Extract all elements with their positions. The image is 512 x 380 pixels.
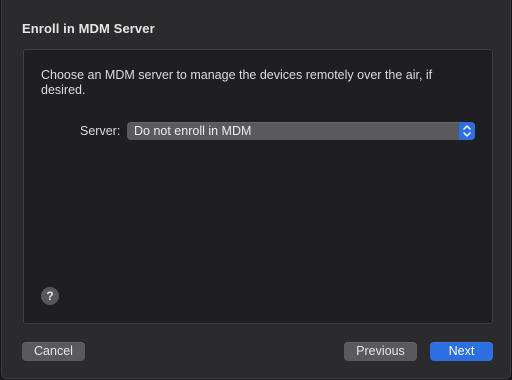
enroll-dialog: Enroll in MDM Server Choose an MDM serve… bbox=[1, 0, 511, 379]
next-button[interactable]: Next bbox=[430, 342, 493, 361]
previous-button[interactable]: Previous bbox=[344, 342, 417, 361]
cancel-button[interactable]: Cancel bbox=[22, 342, 85, 361]
server-popup[interactable]: Do not enroll in MDM bbox=[127, 122, 475, 140]
server-popup-value: Do not enroll in MDM bbox=[134, 124, 252, 138]
description-text: Choose an MDM server to manage the devic… bbox=[41, 68, 433, 97]
content-panel: Choose an MDM server to manage the devic… bbox=[23, 49, 493, 324]
help-icon[interactable]: ? bbox=[41, 287, 59, 305]
server-label: Server: bbox=[80, 124, 121, 138]
dialog-title: Enroll in MDM Server bbox=[22, 21, 155, 36]
up-down-chevron-icon[interactable] bbox=[459, 122, 475, 140]
